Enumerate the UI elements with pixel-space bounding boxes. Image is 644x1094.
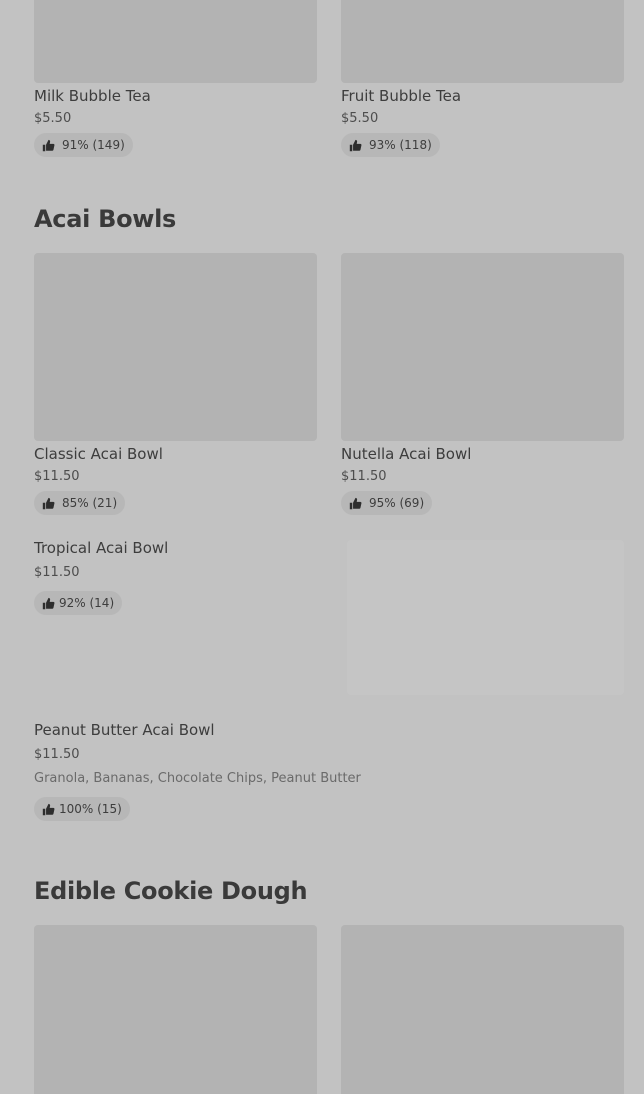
- thumbs-up-icon: [349, 139, 362, 152]
- rating-text: 95% (69): [369, 496, 425, 510]
- rating-text: 100% (15): [59, 802, 122, 816]
- rating-text: 91% (149): [62, 138, 125, 152]
- item-title[interactable]: Nutella Acai Bowl: [341, 445, 471, 463]
- cookie-dough-item-image[interactable]: [341, 925, 624, 1094]
- rating-text: 92% (14): [59, 596, 115, 610]
- section-title-acai-bowls: Acai Bowls: [34, 205, 177, 233]
- item-title[interactable]: Milk Bubble Tea: [34, 87, 151, 105]
- section-title-edible-cookie-dough: Edible Cookie Dough: [34, 877, 308, 905]
- rating-badge: 93% (118): [341, 133, 440, 157]
- rating-badge: 85% (21): [34, 491, 126, 515]
- item-price: $11.50: [34, 747, 80, 762]
- item-title[interactable]: Peanut Butter Acai Bowl: [34, 721, 215, 739]
- item-title[interactable]: Tropical Acai Bowl: [34, 539, 168, 557]
- rating-badge: 92% (14): [34, 591, 123, 615]
- thumbs-up-icon: [42, 497, 55, 510]
- thumbs-up-icon: [42, 803, 55, 816]
- item-price: $5.50: [34, 111, 72, 126]
- nutella-acai-bowl-image[interactable]: [341, 253, 624, 441]
- classic-acai-bowl-image[interactable]: [34, 253, 317, 441]
- item-price: $11.50: [34, 469, 80, 484]
- thumbs-up-icon: [42, 597, 55, 610]
- rating-badge: 100% (15): [34, 797, 130, 821]
- cookie-dough-item-image[interactable]: [34, 925, 317, 1094]
- item-title[interactable]: Classic Acai Bowl: [34, 445, 163, 463]
- milk-bubble-tea-image[interactable]: [34, 0, 317, 83]
- rating-text: 85% (21): [62, 496, 118, 510]
- item-description: Granola, Bananas, Chocolate Chips, Peanu…: [34, 771, 361, 786]
- rating-text: 93% (118): [369, 138, 432, 152]
- item-title[interactable]: Fruit Bubble Tea: [341, 87, 461, 105]
- item-price: $11.50: [34, 565, 80, 580]
- rating-badge: 95% (69): [341, 491, 433, 515]
- thumbs-up-icon: [42, 139, 55, 152]
- fruit-bubble-tea-image[interactable]: [341, 0, 624, 83]
- rating-badge: 91% (149): [34, 133, 133, 157]
- menu-page: Milk Bubble Tea $5.50 91% (149) Fruit Bu…: [0, 0, 644, 1094]
- tropical-acai-bowl-image[interactable]: [347, 540, 624, 695]
- item-price: $5.50: [341, 111, 379, 126]
- item-price: $11.50: [341, 469, 387, 484]
- thumbs-up-icon: [349, 497, 362, 510]
